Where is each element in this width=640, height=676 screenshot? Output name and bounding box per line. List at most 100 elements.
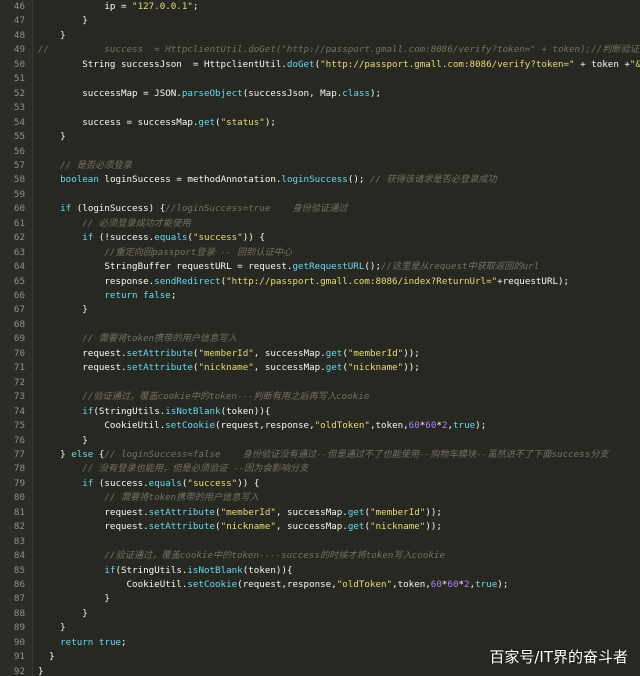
line-number: 73 xyxy=(13,391,25,403)
code-token: setCookie xyxy=(187,579,238,590)
line-number: 50 xyxy=(13,58,25,70)
code-line: 87 } xyxy=(0,592,640,606)
code-area[interactable]: 46 ip = "127.0.0.1"; 47 } 48 } 49// success… xyxy=(0,0,640,676)
code-token: // loginSuccess=false 身份验证没有通过--但是通过不了也能… xyxy=(104,448,609,460)
code-line: 59 xyxy=(0,188,640,202)
line-number: 64 xyxy=(13,261,25,273)
code-token: ; xyxy=(192,1,199,12)
code-token: //重定向回passport登录 -- 回到认证中心 xyxy=(38,246,293,258)
code-line: 61 // 必须登录成功才能使用 xyxy=(0,217,640,231)
code-token: false xyxy=(143,290,171,301)
code-token: get xyxy=(198,116,216,128)
code-token: "oldToken" xyxy=(336,579,393,590)
code-token: class xyxy=(342,87,370,99)
code-line: 50 String successJson = HttpclientUtil.d… xyxy=(0,58,640,72)
line-number: 47 xyxy=(13,15,25,27)
line-number: 87 xyxy=(13,593,25,605)
code-line: 63 //重定向回passport登录 -- 回到认证中心 xyxy=(0,246,640,260)
code-token: ); xyxy=(264,116,276,128)
code-token: )); xyxy=(425,506,442,518)
code-token: (); xyxy=(347,174,370,186)
code-token: request. xyxy=(38,521,149,533)
code-token: return xyxy=(104,290,138,301)
code-token: )) { xyxy=(242,232,265,244)
code-token: "memberId" xyxy=(347,347,404,359)
code-line: 67 } xyxy=(0,303,640,317)
code-text: response.sendRedirect("http://passport.g… xyxy=(38,275,569,289)
code-line: 71 request.setAttribute("nickname", succ… xyxy=(0,361,640,375)
code-token: (); xyxy=(364,261,381,273)
code-token: "status" xyxy=(220,116,265,128)
code-token: , successMap. xyxy=(253,362,326,374)
code-token: // 需要将token携带的用户信息写入 xyxy=(38,333,237,345)
code-line: 80 // 需要将token携带的用户信息写入 xyxy=(0,491,640,505)
code-token: if xyxy=(82,477,94,489)
code-token: request. xyxy=(38,347,127,359)
code-text: return false; xyxy=(38,289,176,303)
line-number: 56 xyxy=(13,145,25,157)
line-number: 80 xyxy=(13,492,25,504)
code-line: 76 } xyxy=(0,434,640,448)
code-token: } xyxy=(38,131,66,143)
code-token: } xyxy=(38,593,110,605)
code-text: return true; xyxy=(38,636,127,650)
code-token: //loginSuccess=true 身份验证通过 xyxy=(165,203,348,215)
code-token: // 没有登录也能用，但是必须验证 --因为会影响分支 xyxy=(38,463,309,475)
line-number: 92 xyxy=(13,665,25,676)
code-token: true xyxy=(475,579,498,590)
code-token: // success = HttpclientUtil.doGet("http:… xyxy=(38,44,640,56)
code-line: 69 // 需要将token携带的用户信息写入 xyxy=(0,332,640,346)
code-token: return xyxy=(60,636,94,648)
code-line: 72 xyxy=(0,376,640,390)
code-token: , successMap. xyxy=(275,521,348,533)
code-line: 81 request.setAttribute("memberId", succ… xyxy=(0,506,640,520)
code-text: } xyxy=(38,592,110,606)
line-number: 84 xyxy=(13,550,25,562)
code-line: 62 if (!success.equals("success")) { xyxy=(0,231,640,245)
code-text: if (!success.equals("success")) { xyxy=(38,231,265,245)
code-token: true xyxy=(98,636,122,648)
code-token: } xyxy=(38,622,66,634)
line-number: 54 xyxy=(13,116,25,128)
line-number: 85 xyxy=(13,564,25,576)
code-text: // success = HttpclientUtil.doGet("http:… xyxy=(38,43,640,57)
code-line: 85 if(StringUtils.isNotBlank(token)){ xyxy=(0,564,640,578)
line-number: 51 xyxy=(13,73,25,85)
code-text: ip = "127.0.0.1"; xyxy=(38,0,198,14)
code-token: + token + xyxy=(574,58,630,70)
line-number: 53 xyxy=(13,102,25,114)
code-token: successMap = JSON. xyxy=(38,87,182,99)
code-line: 88 } xyxy=(0,607,640,621)
code-token: ; xyxy=(170,290,177,301)
code-token: ip = xyxy=(38,1,133,12)
code-editor[interactable]: 46 ip = "127.0.0.1"; 47 } 48 } 49// success… xyxy=(0,0,640,676)
code-token: // 获得该请求是否必登录成功 xyxy=(369,174,497,186)
line-number: 63 xyxy=(13,246,25,258)
code-token: ; xyxy=(121,636,127,648)
code-token: "memberId" xyxy=(220,506,276,518)
code-token: response. xyxy=(38,275,155,287)
code-line: 53 xyxy=(0,101,640,115)
line-number: 74 xyxy=(13,405,25,417)
code-token: , successMap. xyxy=(275,506,348,518)
code-token: (!success. xyxy=(93,232,155,244)
line-number: 71 xyxy=(13,362,25,374)
code-token: 60 xyxy=(430,579,442,590)
code-token: //验证通过，覆盖cookie中的token----success的时候才将to… xyxy=(38,550,445,562)
code-text: //验证通过，覆盖cookie中的token----success的时候才将to… xyxy=(38,549,445,563)
code-line: 51 xyxy=(0,72,640,86)
code-token: get xyxy=(347,521,365,533)
code-token: "127.0.0.1" xyxy=(132,1,193,12)
code-token: "oldToken" xyxy=(314,420,370,432)
line-number: 88 xyxy=(13,607,25,619)
code-token: )); xyxy=(403,347,420,359)
line-number: 65 xyxy=(13,275,25,287)
line-number: 68 xyxy=(13,318,25,330)
code-line: 79 if (success.equals("success")) { xyxy=(0,477,640,491)
code-text: // 需要将token携带的用户信息写入 xyxy=(38,491,259,505)
code-text: } xyxy=(38,665,44,676)
code-line: 60 if (loginSuccess) {//loginSuccess=tru… xyxy=(0,202,640,216)
